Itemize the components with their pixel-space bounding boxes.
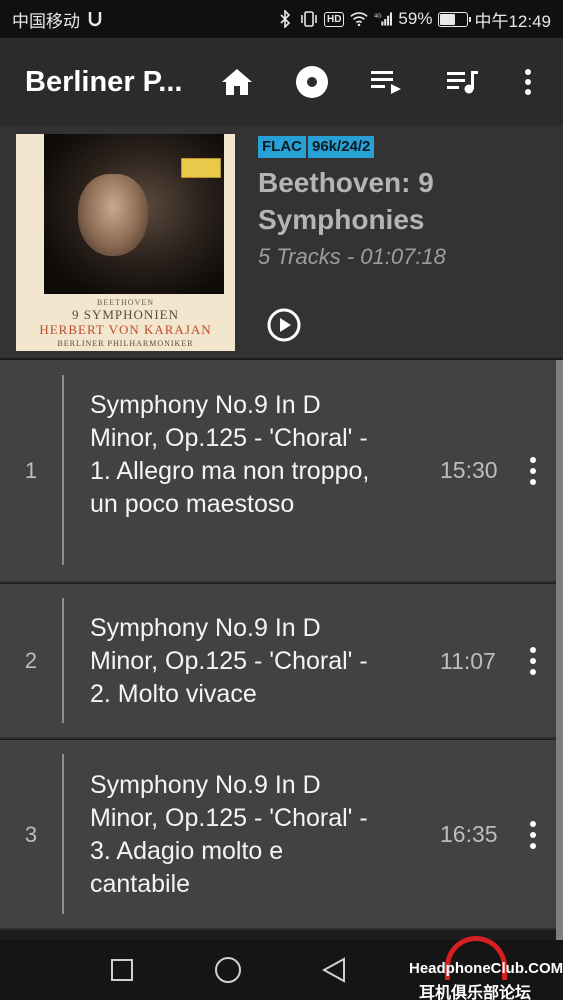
track-duration: 16:35: [440, 821, 498, 847]
track-title: Symphony No.9 In D Minor, Op.125 - 'Chor…: [90, 771, 368, 898]
queue-play-icon[interactable]: [365, 60, 409, 104]
track-number: 2: [24, 648, 38, 673]
track-more-icon[interactable]: [520, 641, 546, 681]
battery-icon: [438, 11, 472, 27]
track-number: 3: [24, 822, 38, 847]
usb-debug-icon: [86, 10, 104, 28]
track-title: Symphony No.9 In D Minor, Op.125 - 'Chor…: [90, 614, 368, 708]
track-more-icon[interactable]: [520, 815, 546, 855]
watermark: HeadphoneClub.COM 耳机俱乐部论坛: [405, 934, 563, 1000]
watermark-site: HeadphoneClub.COM: [409, 960, 563, 977]
cover-orchestra: BERLINER PHILHARMONIKER: [57, 339, 194, 348]
cover-portrait: [78, 174, 148, 256]
track-duration: 15:30: [440, 457, 498, 483]
quality-badge: 96k/24/2: [308, 136, 375, 158]
track-title: Symphony No.9 In D Minor, Op.125 - 'Chor…: [90, 391, 370, 518]
cover-composer: BEETHOVEN: [97, 298, 154, 307]
network-type-label: 4G: [374, 13, 382, 19]
play-album-icon[interactable]: [266, 307, 302, 343]
album-meta: 5 Tracks - 01:07:18: [258, 244, 446, 269]
more-vert-icon[interactable]: [506, 60, 550, 104]
cover-work: 9 SYMPHONIEN: [72, 307, 179, 322]
battery-percent: 59%: [398, 9, 433, 28]
vibrate-icon: [300, 10, 318, 28]
battery-fill: [440, 13, 456, 25]
home-circle-icon[interactable]: [210, 952, 246, 988]
bluetooth-icon: [276, 10, 294, 28]
wifi-icon: [350, 10, 369, 28]
album-title: Beethoven: 9 Symphonies: [258, 167, 434, 235]
track-row[interactable]: 3 Symphony No.9 In D Minor, Op.125 - 'Ch…: [0, 740, 556, 930]
track-divider: [62, 375, 64, 565]
watermark-forum: 耳机俱乐部论坛: [419, 985, 532, 1000]
app-bar: Berliner P...: [0, 38, 563, 126]
album-header: BEETHOVEN 9 SYMPHONIEN HERBERT VON KARAJ…: [0, 126, 563, 358]
signal-icon: 4G: [374, 10, 393, 28]
cover-conductor: HERBERT VON KARAJAN: [39, 322, 212, 337]
format-badge: FLAC: [258, 136, 306, 158]
recents-square-icon[interactable]: [104, 952, 140, 988]
track-number: 1: [24, 458, 38, 483]
track-row[interactable]: 2 Symphony No.9 In D Minor, Op.125 - 'Ch…: [0, 584, 556, 739]
back-triangle-icon[interactable]: [316, 952, 352, 988]
playlist-music-icon[interactable]: [441, 60, 485, 104]
format-badges: FLAC 96k/24/2: [258, 136, 375, 158]
disc-icon[interactable]: [290, 60, 334, 104]
status-bar: 中国移动 HD 4G 59% 中午12:49: [0, 0, 563, 38]
app-bar-title: Berliner P...: [25, 65, 183, 98]
track-divider: [62, 754, 64, 914]
carrier-name: 中国移动: [12, 11, 80, 31]
scrollbar[interactable]: [556, 360, 563, 940]
home-icon[interactable]: [215, 60, 259, 104]
label-logo: [181, 158, 221, 178]
track-row[interactable]: 1 Symphony No.9 In D Minor, Op.125 - 'Ch…: [0, 360, 556, 583]
clock: 中午12:49: [474, 11, 551, 31]
track-divider: [62, 598, 64, 723]
track-duration: 11:07: [440, 648, 496, 674]
album-cover: BEETHOVEN 9 SYMPHONIEN HERBERT VON KARAJ…: [16, 134, 235, 351]
track-more-icon[interactable]: [520, 451, 546, 491]
hd-voice-icon: HD: [323, 11, 345, 27]
